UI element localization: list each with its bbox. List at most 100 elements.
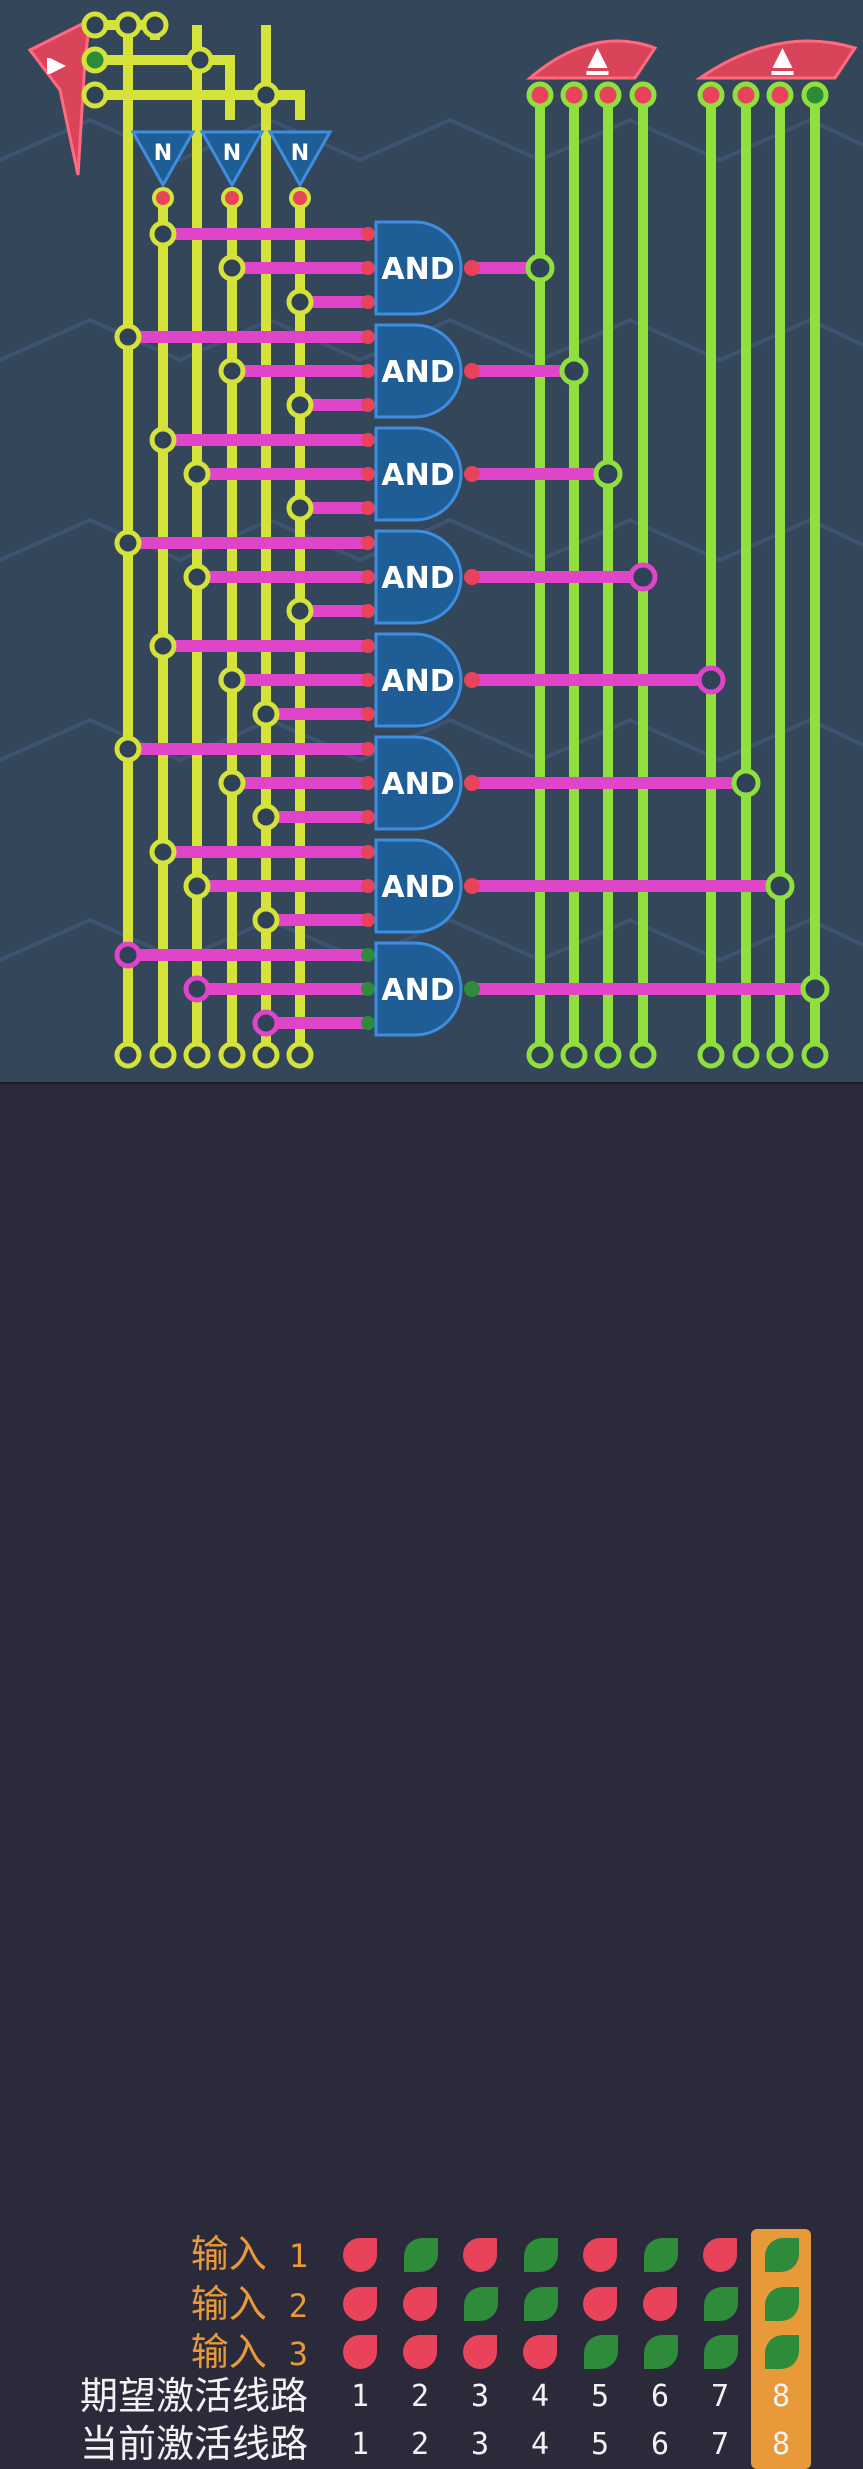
output-top-pin-3 <box>594 81 622 109</box>
circuit-board: N N N AND AND AND AND AND AND AND AND <box>0 0 863 1082</box>
current-line-6: 6 <box>650 2427 670 2462</box>
bus-junction <box>141 11 169 39</box>
output-bottom-pin-7 <box>766 1041 794 1069</box>
and-4-input-tap-3 <box>286 597 314 625</box>
and-6-input-pin-1 <box>361 742 375 756</box>
and-7-input-tap-1 <box>149 838 177 866</box>
expected-line-6: 6 <box>650 2379 670 2414</box>
current-line-3: 3 <box>470 2427 490 2462</box>
input-1-test-8-on-indicator <box>751 2232 811 2278</box>
and-5-output-pin <box>464 672 480 688</box>
input-1-test-7-off-indicator <box>690 2232 750 2278</box>
input-3-test-6-on-indicator <box>630 2329 690 2375</box>
bus-junction <box>186 46 214 74</box>
and-4-input-pin-2 <box>361 570 375 584</box>
and-6-output-pin <box>464 775 480 791</box>
source-pin-3 <box>81 81 109 109</box>
bus-junction <box>114 11 142 39</box>
input-2-label: 输入 2 <box>190 2282 308 2326</box>
input-2-test-4-on-indicator <box>510 2281 570 2327</box>
source-pin-2 <box>81 46 109 74</box>
input-1-test-2-on-indicator <box>390 2232 450 2278</box>
expected-line-2: 2 <box>410 2379 430 2414</box>
and-1-input-tap-2 <box>218 254 246 282</box>
and-7-input-pin-3 <box>361 913 375 927</box>
and-gate-label: AND <box>381 252 454 287</box>
output-bottom-pin-4 <box>629 1041 657 1069</box>
expected-line-4: 4 <box>530 2379 550 2414</box>
circuit-diagram: N N N AND AND AND AND AND AND AND AND <box>0 11 863 1069</box>
expected-line-label: 期望激活线路 <box>79 2374 308 2418</box>
input-bottom-pin-6 <box>286 1041 314 1069</box>
and-gate-label: AND <box>381 767 454 802</box>
and-3-input-tap-2 <box>183 460 211 488</box>
and-5-input-pin-2 <box>361 673 375 687</box>
and-2-input-pin-3 <box>361 398 375 412</box>
and-gate-label: AND <box>381 458 454 493</box>
input-3-test-5-on-indicator <box>570 2329 630 2375</box>
and-gate-label: AND <box>381 870 454 905</box>
and-3-input-tap-3 <box>286 494 314 522</box>
output-bottom-pin-8 <box>801 1041 829 1069</box>
and-gate-label: AND <box>381 664 454 699</box>
eject-icon-bar <box>586 71 609 75</box>
and-4-input-pin-3 <box>361 604 375 618</box>
and-3-input-tap-1 <box>149 426 177 454</box>
not-gate-output-pin <box>289 187 311 209</box>
expected-line-8: 8 <box>771 2379 791 2414</box>
and-1-input-pin-3 <box>361 295 375 309</box>
expected-line-7: 7 <box>710 2379 730 2414</box>
input-3-test-3-off-indicator <box>450 2329 510 2375</box>
output-top-pin-2 <box>560 81 588 109</box>
and-6-input-tap-1 <box>114 735 142 763</box>
input-source <box>27 17 92 176</box>
and-7-output-pin <box>464 878 480 894</box>
and-7-input-tap-2 <box>183 872 211 900</box>
and-8-input-pin-2 <box>361 982 375 996</box>
input-1-label: 输入 1 <box>190 2232 308 2276</box>
and-8-input-tap-3 <box>252 1009 280 1037</box>
output-tap-4 <box>628 562 658 592</box>
current-line-8: 8 <box>771 2427 791 2462</box>
output-top-pin-5 <box>697 81 725 109</box>
and-1-input-tap-3 <box>286 288 314 316</box>
and-7-input-pin-2 <box>361 879 375 893</box>
output-tap-1 <box>525 253 555 283</box>
input-bottom-pin-5 <box>252 1041 280 1069</box>
output-tap-8 <box>800 974 830 1004</box>
current-line-4: 4 <box>530 2427 550 2462</box>
not-gate-output-pin <box>221 187 243 209</box>
and-5-input-tap-3 <box>252 700 280 728</box>
and-8-input-tap-1 <box>114 941 142 969</box>
current-line-5: 5 <box>590 2427 610 2462</box>
input-1-test-3-off-indicator <box>450 2232 510 2278</box>
output-tap-6 <box>731 768 761 798</box>
and-6-input-tap-3 <box>252 803 280 831</box>
not-gate-label: N <box>154 141 172 166</box>
output-top-pin-7 <box>766 81 794 109</box>
output-tap-2 <box>559 356 589 386</box>
and-2-input-tap-3 <box>286 391 314 419</box>
not-gate-label: N <box>223 141 241 166</box>
and-4-input-tap-1 <box>114 529 142 557</box>
input-2-test-3-on-indicator <box>450 2281 510 2327</box>
output-top-pin-8 <box>801 81 829 109</box>
input-3-test-2-off-indicator <box>390 2329 450 2375</box>
current-line-1: 1 <box>350 2427 370 2462</box>
expected-line-5: 5 <box>590 2379 610 2414</box>
expected-line-1: 1 <box>350 2379 370 2414</box>
bus-junction <box>252 81 280 109</box>
and-2-input-tap-2 <box>218 357 246 385</box>
and-5-input-tap-1 <box>149 632 177 660</box>
and-3-input-pin-2 <box>361 467 375 481</box>
output-tap-3 <box>593 459 623 489</box>
input-1-test-4-on-indicator <box>510 2232 570 2278</box>
output-bottom-pin-1 <box>526 1041 554 1069</box>
and-3-input-pin-1 <box>361 433 375 447</box>
and-8-input-pin-1 <box>361 948 375 962</box>
and-4-output-pin <box>464 569 480 585</box>
output-bottom-pin-2 <box>560 1041 588 1069</box>
and-4-input-pin-1 <box>361 536 375 550</box>
input-2-test-6-off-indicator <box>630 2281 690 2327</box>
and-5-input-pin-3 <box>361 707 375 721</box>
